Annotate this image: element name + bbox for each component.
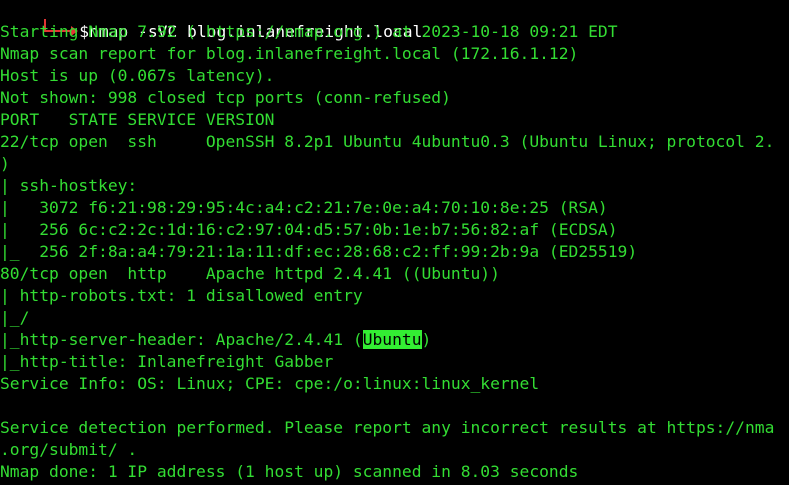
output-line-detection-note-wrap: .org/submit/ .	[0, 440, 138, 459]
output-line-hostkey-ed25519: |_ 256 2f:8a:a4:79:21:1a:11:df:ec:28:68:…	[0, 242, 638, 261]
output-line-ssh-hostkey: | ssh-hostkey:	[0, 176, 148, 195]
output-line-scan-done: Nmap done: 1 IP address (1 host up) scan…	[0, 462, 579, 481]
output-line-ssh-port-wrap: )	[0, 154, 10, 173]
output-line-host-status: Host is up (0.067s latency).	[0, 66, 275, 85]
server-header-close: )	[421, 330, 432, 349]
command-prompt-line: $nmap -sVC blog.inlanefreight.local	[0, 0, 422, 41]
output-line-scan-report: Nmap scan report for blog.inlanefreight.…	[0, 44, 579, 63]
search-highlight: Ubuntu	[362, 330, 422, 349]
output-line-port-header: PORT STATE SERVICE VERSION	[0, 110, 275, 129]
terminal-window[interactable]: $nmap -sVC blog.inlanefreight.local Star…	[0, 0, 789, 485]
output-line-start: Starting Nmap 7.92 ( https://nmap.org ) …	[0, 22, 618, 41]
output-line-ssh-port: 22/tcp open ssh OpenSSH 8.2p1 Ubuntu 4ub…	[0, 132, 775, 151]
output-line-http-robots: | http-robots.txt: 1 disallowed entry	[0, 286, 373, 305]
output-line-not-shown: Not shown: 998 closed tcp ports (conn-re…	[0, 88, 451, 107]
output-line-http-title: |_http-title: Inlanefreight Gabber	[0, 352, 334, 371]
output-line-server-header: |_http-server-header: Apache/2.4.41 (Ubu…	[0, 329, 431, 351]
output-line-robots-entry: |_/	[0, 308, 30, 327]
server-header-text: |_http-server-header: Apache/2.4.41 (	[0, 330, 363, 349]
output-line-service-info: Service Info: OS: Linux; CPE: cpe:/o:lin…	[0, 374, 540, 393]
output-line-http-port: 80/tcp open http Apache httpd 2.4.41 ((U…	[0, 264, 500, 283]
output-line-detection-note: Service detection performed. Please repo…	[0, 418, 775, 437]
output-line-hostkey-ecdsa: | 256 6c:c2:2c:1d:16:c2:97:04:d5:57:0b:1…	[0, 220, 618, 239]
output-line-hostkey-rsa: | 3072 f6:21:98:29:95:4c:a4:c2:21:7e:0e:…	[0, 198, 608, 217]
